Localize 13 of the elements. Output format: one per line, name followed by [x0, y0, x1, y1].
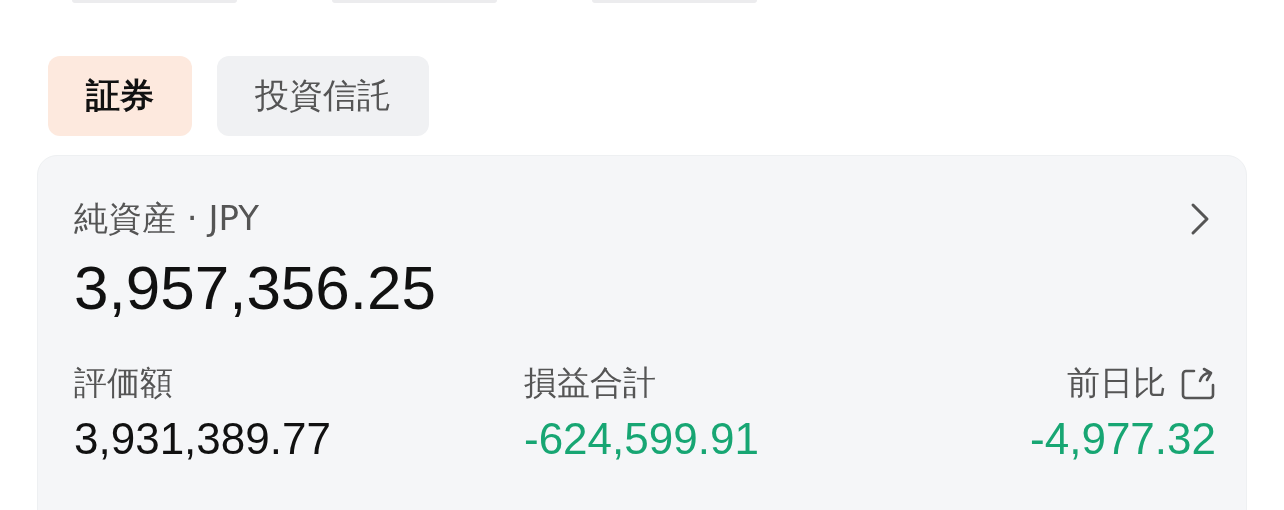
chevron-right-icon[interactable]: [1190, 202, 1210, 236]
metric-label: 損益合計: [524, 362, 656, 404]
metric-value: -624,599.91: [524, 414, 760, 464]
tab[interactable]: 投資信託: [217, 56, 429, 136]
metric-value: -4,977.32: [1029, 414, 1216, 464]
share-icon[interactable]: [1180, 366, 1216, 401]
summary-card[interactable]: 純資産 · JPY 3,957,356.25 評価額 3,931,389.77 損益合計 -624,599.91 前日比 -4,977.32: [37, 155, 1247, 510]
net-assets-value: 3,957,356.25: [74, 252, 437, 323]
card-title: 純資産 · JPY: [74, 197, 259, 240]
metric-value: 3,931,389.77: [74, 414, 332, 464]
tab[interactable]: 証券: [48, 56, 192, 136]
metric-label: 評価額: [74, 362, 173, 404]
metric-label: 前日比: [1067, 362, 1166, 404]
